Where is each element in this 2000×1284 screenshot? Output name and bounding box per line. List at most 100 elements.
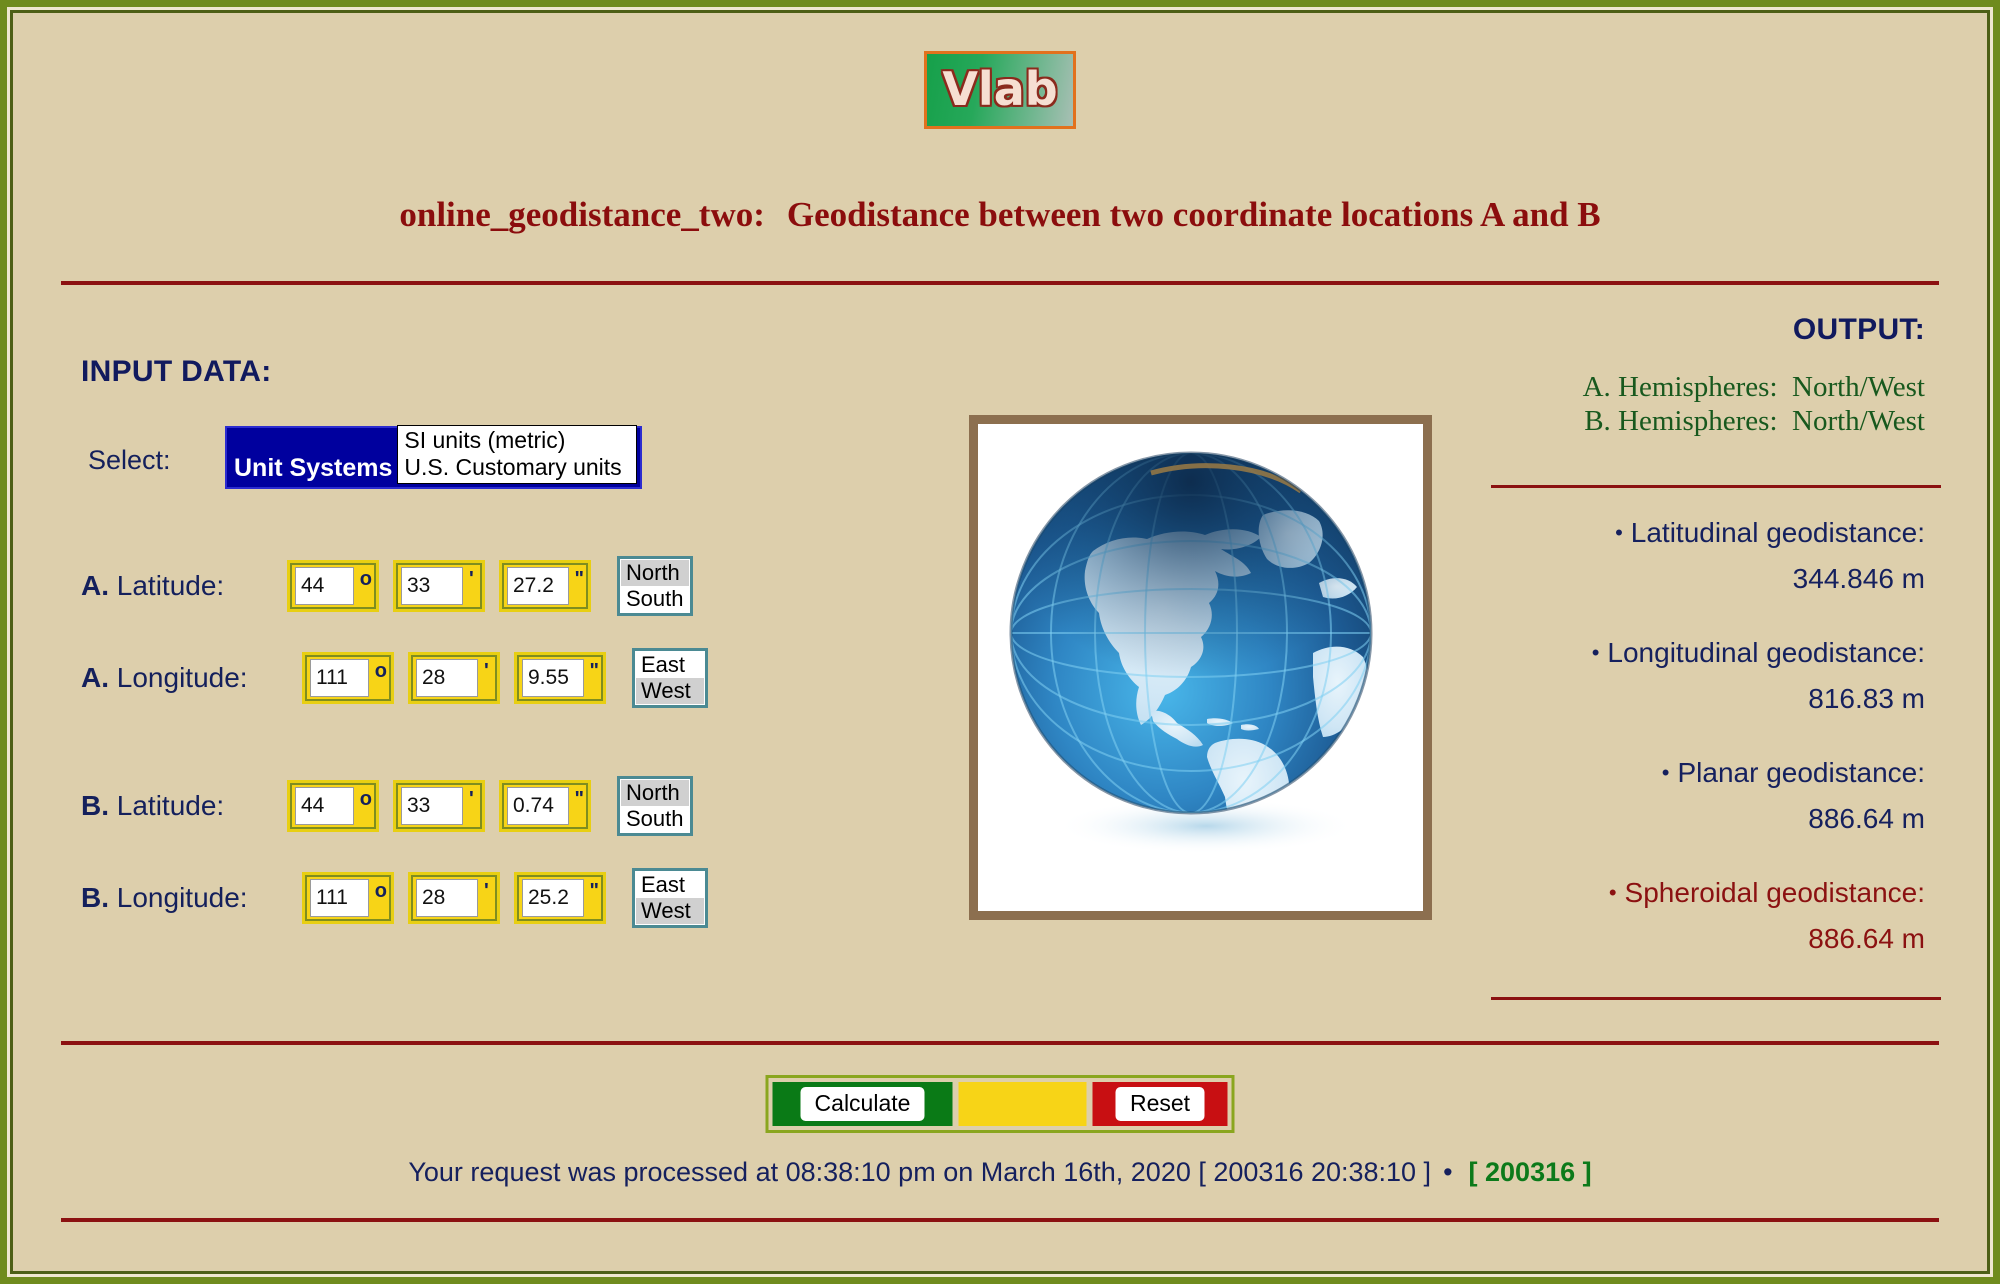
hemisphere-option-west[interactable]: West — [636, 678, 704, 704]
second-symbol: " — [574, 568, 584, 590]
result-label-text: Planar geodistance: — [1677, 757, 1925, 788]
second-symbol: " — [589, 660, 599, 682]
unit-option-si[interactable]: SI units (metric) — [404, 427, 631, 454]
coordinate-row-b-longitude: B. Longitude: 111 o 28 ' 25.2 " East Wes… — [81, 865, 708, 931]
degree-symbol: o — [359, 568, 372, 590]
minutes-input-a-longitude[interactable]: 28 ' — [408, 652, 500, 704]
hemisphere-select-a-latitude[interactable]: North South — [617, 556, 693, 616]
bullet-icon: • — [1661, 760, 1670, 785]
row-label-b-longitude: B. Longitude: — [81, 882, 302, 914]
row-prefix: B. — [81, 882, 109, 913]
hemisphere-option-east[interactable]: East — [636, 872, 704, 898]
vlab-logo-text: Vlab — [942, 61, 1058, 116]
degrees-input-a-longitude[interactable]: 111 o — [302, 652, 394, 704]
vlab-logo[interactable]: Vlab — [924, 51, 1076, 129]
seconds-value[interactable]: 27.2 — [507, 567, 569, 605]
seconds-input-a-longitude[interactable]: 9.55 " — [514, 652, 606, 704]
select-label: Select: — [88, 445, 171, 475]
hemisphere-option-west[interactable]: West — [636, 898, 704, 924]
logo-container: Vlab — [13, 51, 1987, 134]
degrees-value[interactable]: 111 — [310, 659, 369, 697]
footer-message: Your request was processed at 08:38:10 p… — [408, 1157, 1432, 1187]
row-label-b-latitude: B. Latitude: — [81, 790, 287, 822]
row-prefix: B. — [81, 790, 109, 821]
minutes-value[interactable]: 28 — [416, 879, 478, 917]
seconds-value[interactable]: 0.74 — [507, 787, 569, 825]
degrees-value[interactable]: 44 — [295, 787, 354, 825]
minutes-input-b-longitude[interactable]: 28 ' — [408, 872, 500, 924]
divider-output-bottom — [1491, 997, 1941, 1000]
coordinate-row-a-longitude: A. Longitude: 111 o 28 ' 9.55 " East Wes… — [81, 645, 708, 711]
hemisphere-option-north[interactable]: North — [621, 560, 689, 586]
row-label-text: Latitude: — [109, 790, 225, 821]
reset-button-label: Reset — [1115, 1087, 1205, 1121]
minutes-value[interactable]: 33 — [401, 787, 463, 825]
result-planar-value: 886.64 m — [1808, 803, 1925, 834]
degrees-input-b-longitude[interactable]: 111 o — [302, 872, 394, 924]
result-label-text: Spheroidal geodistance: — [1624, 877, 1925, 908]
result-planar: • Planar geodistance: 886.64 m — [1662, 757, 1925, 835]
hemisphere-option-east[interactable]: East — [636, 652, 704, 678]
page-title: online_geodistance_two: Geodistance betwe… — [13, 195, 1987, 235]
unit-option-us[interactable]: U.S. Customary units — [404, 454, 631, 481]
minutes-input-b-latitude[interactable]: 33 ' — [393, 780, 485, 832]
minute-symbol: ' — [469, 568, 474, 590]
button-bar: Calculate Reset — [765, 1075, 1235, 1133]
row-label-text: Latitude: — [109, 570, 225, 601]
minute-symbol: ' — [469, 788, 474, 810]
page-title-description: Geodistance between two coordinate locat… — [786, 195, 1601, 234]
globe-earth-icon — [1009, 451, 1372, 854]
seconds-value[interactable]: 9.55 — [522, 659, 584, 697]
hemisphere-select-a-longitude[interactable]: East West — [632, 648, 708, 708]
seconds-input-b-latitude[interactable]: 0.74 " — [499, 780, 591, 832]
page-title-program: online_geodistance_two: — [399, 195, 765, 234]
degrees-value[interactable]: 44 — [295, 567, 354, 605]
input-data-heading: INPUT DATA: — [81, 355, 272, 388]
hemisphere-select-b-longitude[interactable]: East West — [632, 868, 708, 928]
minutes-value[interactable]: 28 — [416, 659, 478, 697]
minute-symbol: ' — [484, 880, 489, 902]
result-latitudinal: • Latitudinal geodistance: 344.846 m — [1615, 517, 1925, 595]
hemispheres-a-label: A. Hemispheres: — [1582, 371, 1778, 403]
hemispheres-b: B. Hemispheres: North/West — [1584, 405, 1925, 438]
result-planar-label: • Planar geodistance: — [1662, 757, 1925, 789]
row-label-a-longitude: A. Longitude: — [81, 662, 302, 694]
output-heading: OUTPUT: — [1792, 313, 1925, 346]
hemisphere-select-b-latitude[interactable]: North South — [617, 776, 693, 836]
hemisphere-option-south[interactable]: South — [621, 586, 689, 612]
row-prefix: A. — [81, 570, 109, 601]
degrees-input-b-latitude[interactable]: 44 o — [287, 780, 379, 832]
coordinate-row-b-latitude: B. Latitude: 44 o 33 ' 0.74 " North Sout… — [81, 773, 693, 839]
seconds-input-b-longitude[interactable]: 25.2 " — [514, 872, 606, 924]
row-label-text: Longitude: — [109, 662, 248, 693]
hemisphere-option-south[interactable]: South — [621, 806, 689, 832]
minutes-input-a-latitude[interactable]: 33 ' — [393, 560, 485, 612]
degree-symbol: o — [374, 880, 387, 902]
result-longitudinal-value: 816.83 m — [1808, 683, 1925, 714]
minutes-value[interactable]: 33 — [401, 567, 463, 605]
hemisphere-option-north[interactable]: North — [621, 780, 689, 806]
page-outer-frame: Vlab online_geodistance_two: Geodistance … — [0, 0, 2000, 1284]
bullet-icon: • — [1608, 880, 1617, 905]
reset-button[interactable]: Reset — [1092, 1082, 1228, 1126]
footer-tag: [ 200316 ] — [1468, 1157, 1592, 1187]
result-spheroidal-label: • Spheroidal geodistance: — [1609, 877, 1925, 909]
result-longitudinal: • Longitudinal geodistance: 816.83 m — [1592, 637, 1925, 715]
hemispheres-a-value: North/West — [1792, 371, 1925, 403]
degrees-value[interactable]: 111 — [310, 879, 369, 917]
unit-systems-listbox[interactable]: SI units (metric) U.S. Customary units — [397, 424, 637, 484]
seconds-input-a-latitude[interactable]: 27.2 " — [499, 560, 591, 612]
degrees-input-a-latitude[interactable]: 44 o — [287, 560, 379, 612]
unit-systems-select[interactable]: Unit Systems SI units (metric) U.S. Cust… — [225, 424, 642, 489]
result-spheroidal: • Spheroidal geodistance: 886.64 m — [1609, 877, 1925, 955]
globe-image-frame — [969, 415, 1432, 920]
result-spheroidal-value: 886.64 m — [1808, 923, 1925, 954]
button-spacer — [958, 1082, 1087, 1126]
second-symbol: " — [574, 788, 584, 810]
calculate-button[interactable]: Calculate — [772, 1082, 953, 1126]
bullet-icon: • — [1615, 520, 1623, 545]
minute-symbol: ' — [484, 660, 489, 682]
seconds-value[interactable]: 25.2 — [522, 879, 584, 917]
result-label-text: Latitudinal geodistance: — [1630, 517, 1925, 548]
calculate-button-label: Calculate — [800, 1087, 925, 1121]
